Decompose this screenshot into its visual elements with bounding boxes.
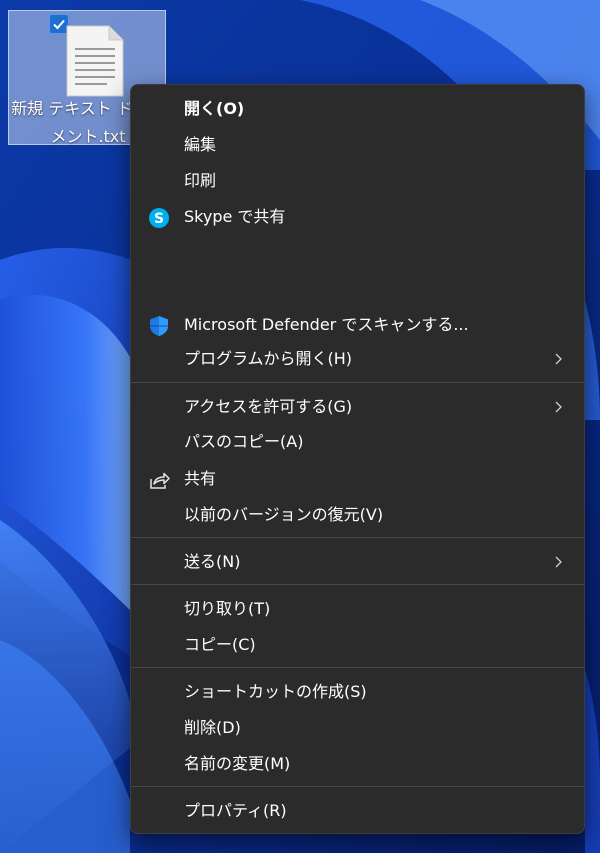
menu-item-label: プログラムから開く(H) — [184, 349, 353, 368]
menu-item-label: 削除(D) — [184, 718, 241, 737]
chevron-right-icon — [555, 556, 562, 568]
menu-item-send-to[interactable]: 送る(N) — [135, 545, 580, 579]
menu-separator — [131, 667, 584, 668]
menu-item-restore-versions[interactable]: 以前のバージョンの復元(V) — [135, 498, 580, 532]
menu-separator — [131, 786, 584, 787]
menu-item-defender-scan[interactable]: Microsoft Defender でスキャンする... — [135, 308, 580, 342]
chevron-right-icon — [555, 401, 562, 413]
menu-item-give-access[interactable]: アクセスを許可する(G) — [135, 390, 580, 424]
menu-item-open-with[interactable]: プログラムから開く(H) — [135, 342, 580, 376]
menu-item-label: アクセスを許可する(G) — [184, 397, 353, 416]
menu-item-label: パスのコピー(A) — [184, 432, 304, 451]
skype-icon: S — [149, 208, 169, 228]
chevron-right-icon — [555, 353, 562, 365]
menu-item-print[interactable]: 印刷 — [135, 164, 580, 198]
menu-item-label: ショートカットの作成(S) — [184, 682, 367, 701]
defender-shield-icon — [150, 316, 168, 336]
menu-item-label: プロパティ(R) — [184, 801, 287, 820]
menu-item-label: 共有 — [184, 469, 217, 488]
menu-item-label: 送る(N) — [184, 552, 241, 571]
menu-item-cut[interactable]: 切り取り(T) — [135, 592, 580, 626]
menu-item-open[interactable]: 開く(O) — [135, 92, 580, 126]
menu-item-label: コピー(C) — [184, 635, 256, 654]
svg-text:S: S — [154, 211, 164, 227]
menu-item-label: 以前のバージョンの復元(V) — [184, 505, 384, 524]
menu-item-label: 印刷 — [184, 171, 217, 190]
menu-item-label: 編集 — [184, 135, 217, 154]
menu-item-properties[interactable]: プロパティ(R) — [135, 794, 580, 828]
menu-item-label: Skype で共有 — [184, 207, 286, 226]
menu-item-share[interactable]: 共有 — [135, 462, 580, 496]
menu-item-copy[interactable]: コピー(C) — [135, 628, 580, 662]
context-menu: 開く(O) 編集 印刷 S Skype で共有 Microsoft Defend… — [130, 84, 585, 834]
text-file-icon — [66, 25, 124, 97]
menu-item-rename[interactable]: 名前の変更(M) — [135, 747, 580, 781]
menu-item-label: 切り取り(T) — [184, 599, 271, 618]
menu-separator — [131, 382, 584, 383]
menu-item-delete[interactable]: 削除(D) — [135, 711, 580, 745]
menu-item-label: 名前の変更(M) — [184, 754, 291, 773]
menu-item-create-shortcut[interactable]: ショートカットの作成(S) — [135, 675, 580, 709]
menu-separator — [131, 537, 584, 538]
menu-item-label: Microsoft Defender でスキャンする... — [184, 315, 469, 334]
share-icon — [150, 472, 170, 489]
menu-separator — [131, 584, 584, 585]
menu-item-skype-share[interactable]: S Skype で共有 — [135, 200, 580, 234]
menu-item-edit[interactable]: 編集 — [135, 128, 580, 162]
menu-item-label: 開く(O) — [184, 99, 245, 118]
menu-item-copy-path[interactable]: パスのコピー(A) — [135, 425, 580, 459]
